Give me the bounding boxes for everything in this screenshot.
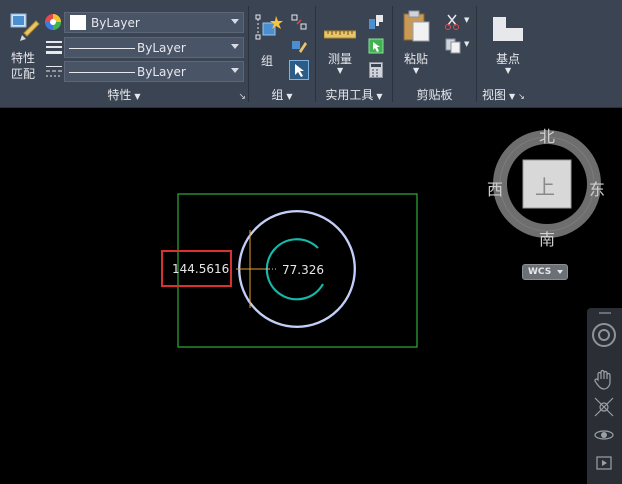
lineweight-preview bbox=[69, 72, 135, 73]
paste-icon[interactable] bbox=[403, 10, 431, 42]
orbit-icon[interactable] bbox=[593, 424, 615, 446]
color-swatch bbox=[70, 15, 86, 30]
select-similar-icon[interactable] bbox=[368, 38, 384, 54]
properties-title-text: 特性 bbox=[107, 88, 132, 102]
basepoint-icon[interactable] bbox=[492, 16, 524, 42]
group-button-label[interactable]: 组 bbox=[261, 52, 273, 69]
chevron-down-icon[interactable]: ▼ bbox=[337, 66, 343, 75]
viewcube-south[interactable]: 南 bbox=[539, 226, 555, 250]
properties-panel: 特性 匹配 ByLayer ByLayer ByLayer 特性 ▼ ↘ bbox=[0, 0, 248, 107]
chevron-down-icon bbox=[231, 19, 239, 24]
chevron-down-icon[interactable]: ▼ bbox=[464, 16, 469, 24]
steering-wheel-icon[interactable] bbox=[591, 322, 617, 348]
quick-calc-icon[interactable] bbox=[369, 62, 383, 78]
view-title-text: 视图 bbox=[482, 88, 507, 102]
radius-dimension-text: 77.326 bbox=[282, 263, 324, 277]
linetype-dropdown-value: ByLayer bbox=[137, 41, 186, 55]
clipboard-panel-title: 剪贴板 bbox=[393, 86, 476, 103]
pan-hand-icon[interactable] bbox=[593, 368, 615, 390]
lineweight-dropdown[interactable]: ByLayer bbox=[64, 61, 244, 82]
clipboard-title-text: 剪贴板 bbox=[416, 88, 453, 102]
utilities-title-text: 实用工具 bbox=[325, 88, 374, 102]
cut-icon[interactable] bbox=[445, 14, 461, 30]
linetype-dropdown[interactable]: ByLayer bbox=[64, 37, 244, 58]
navigation-bar bbox=[587, 308, 622, 484]
linetype-preview bbox=[69, 48, 135, 49]
clipboard-panel: 粘贴 ▼ ▼ ▼ 剪贴板 bbox=[393, 0, 476, 107]
panel-launcher-icon[interactable]: ↘ bbox=[518, 92, 525, 101]
basepoint-label[interactable]: 基点 bbox=[496, 50, 520, 67]
wcs-label: WCS bbox=[528, 267, 552, 277]
group-title-text: 组 bbox=[271, 88, 284, 102]
color-dropdown[interactable]: ByLayer bbox=[64, 12, 244, 33]
wcs-menu[interactable]: WCS bbox=[522, 264, 568, 280]
chevron-down-icon[interactable]: ▼ bbox=[505, 66, 511, 75]
utilities-panel: 测量 ▼ 实用工具 ▼ bbox=[316, 0, 392, 107]
dimension-extension-line bbox=[236, 230, 269, 308]
linetype-icon[interactable] bbox=[46, 64, 62, 78]
chevron-down-icon: ▼ bbox=[376, 92, 383, 101]
view-panel: 基点 ▼ 视图 ▼ ↘ bbox=[477, 0, 547, 107]
dimension-input-value[interactable]: 144.5616 bbox=[172, 262, 229, 276]
chevron-down-icon bbox=[557, 270, 563, 274]
showmotion-icon[interactable] bbox=[593, 452, 615, 474]
viewcube-north[interactable]: 北 bbox=[539, 123, 555, 147]
ungroup-icon[interactable] bbox=[291, 14, 307, 30]
viewcube-east[interactable]: 东 bbox=[589, 176, 605, 200]
group-icon[interactable] bbox=[254, 13, 284, 43]
chevron-down-icon[interactable]: ▼ bbox=[413, 66, 419, 75]
chevron-down-icon: ▼ bbox=[134, 92, 141, 101]
chevron-down-icon bbox=[231, 68, 239, 73]
match-properties-icon[interactable] bbox=[10, 13, 40, 43]
view-panel-title[interactable]: 视图 ▼ ↘ bbox=[482, 86, 547, 103]
group-select-icon[interactable] bbox=[289, 60, 309, 80]
measure-ruler-icon[interactable] bbox=[323, 24, 357, 39]
panel-launcher-icon[interactable]: ↘ bbox=[238, 92, 246, 102]
color-dropdown-value: ByLayer bbox=[91, 16, 140, 30]
paste-label[interactable]: 粘贴 bbox=[404, 50, 428, 67]
properties-panel-title[interactable]: 特性 ▼ bbox=[0, 86, 248, 103]
navbar-grip[interactable] bbox=[599, 312, 611, 314]
viewcube-face-label[interactable]: 上 bbox=[535, 171, 555, 200]
color-wheel-icon[interactable] bbox=[44, 13, 62, 31]
quick-select-icon[interactable] bbox=[368, 14, 384, 30]
match-properties-label-2[interactable]: 匹配 bbox=[11, 65, 35, 82]
utilities-panel-title[interactable]: 实用工具 ▼ bbox=[316, 86, 392, 103]
chevron-down-icon: ▼ bbox=[286, 92, 293, 101]
group-panel-title[interactable]: 组 ▼ bbox=[249, 86, 315, 103]
zoom-icon[interactable] bbox=[593, 396, 615, 418]
ribbon: 特性 匹配 ByLayer ByLayer ByLayer 特性 ▼ ↘ 组 组… bbox=[0, 0, 622, 108]
chevron-down-icon: ▼ bbox=[509, 92, 516, 101]
group-panel: 组 组 ▼ bbox=[249, 0, 315, 107]
viewcube-west[interactable]: 西 bbox=[487, 176, 503, 200]
match-properties-label[interactable]: 特性 bbox=[11, 49, 35, 66]
group-edit-icon[interactable] bbox=[291, 38, 307, 54]
chevron-down-icon[interactable]: ▼ bbox=[464, 40, 469, 48]
measure-label[interactable]: 测量 bbox=[328, 50, 352, 67]
lineweight-icon[interactable] bbox=[46, 40, 62, 54]
chevron-down-icon bbox=[231, 44, 239, 49]
copy-icon[interactable] bbox=[445, 38, 461, 54]
lineweight-dropdown-value: ByLayer bbox=[137, 65, 186, 79]
